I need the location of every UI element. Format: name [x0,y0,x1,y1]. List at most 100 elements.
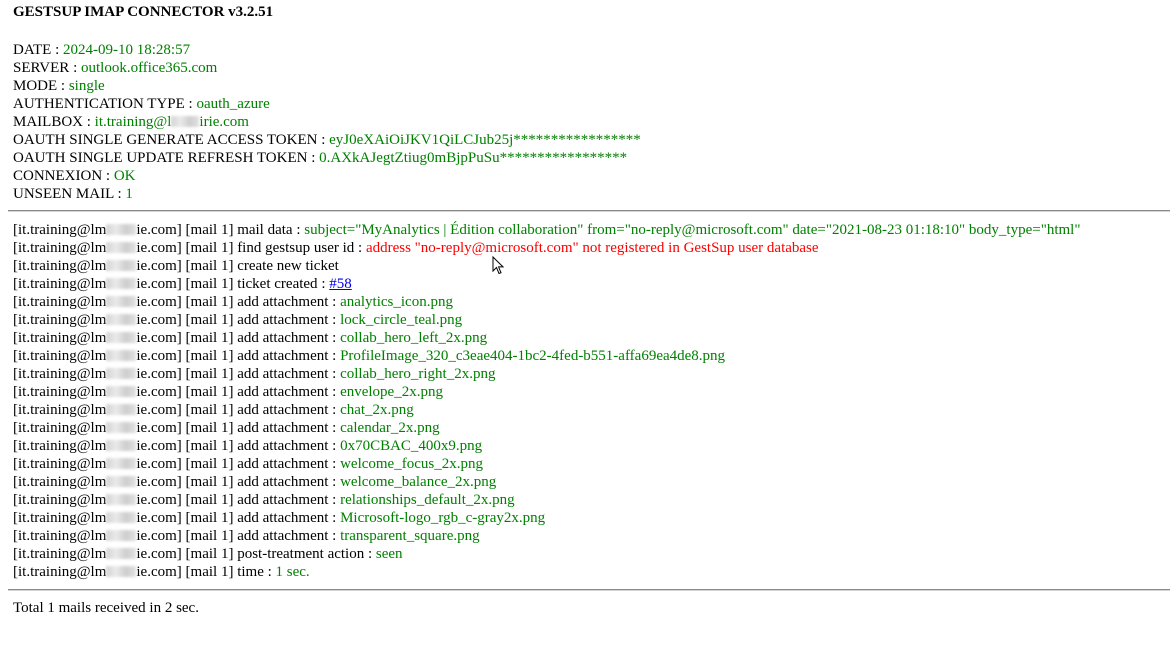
log-value: analytics_icon.png [340,294,453,310]
log-action: ticket created [237,276,318,292]
log-action: add attachment [237,456,329,472]
log-prefix-start: [it.training@lm [13,420,107,436]
redacted-text [106,494,137,505]
ticket-link[interactable]: #58 [329,276,352,292]
log-prefix-start: [it.training@lm [13,312,107,328]
log-separator: : [328,474,341,490]
info-label: OAUTH SINGLE GENERATE ACCESS TOKEN [13,132,318,148]
log-prefix-end: ie.com] [mail 1] [136,420,238,436]
info-value-start: it.training@l [94,114,172,130]
log-separator: : [328,402,341,418]
log-separator: : [364,546,376,562]
info-refresh-token: OAUTH SINGLE UPDATE REFRESH TOKEN : 0.AX… [13,150,628,166]
redacted-text [106,350,137,361]
log-prefix-end: ie.com] [mail 1] [136,276,238,292]
log-prefix-start: [it.training@lm [13,546,107,562]
log-action: add attachment [237,528,329,544]
log-action: time [237,564,264,580]
log-line: [it.training@lm ie.com] [mail 1] add atta… [13,491,1080,509]
mail-log: [it.training@lm ie.com] [mail 1] mail dat… [13,221,1080,581]
log-action: add attachment [237,510,329,526]
log-prefix-start: [it.training@lm [13,438,107,454]
info-value: single [68,78,105,94]
log-prefix-start: [it.training@lm [13,492,107,508]
log-prefix-start: [it.training@lm [13,564,107,580]
log-line: [it.training@lm ie.com] [mail 1] post-tre… [13,545,1080,563]
log-line: [it.training@lm ie.com] [mail 1] add atta… [13,473,1080,491]
redacted-text [106,512,137,523]
log-prefix-start: [it.training@lm [13,456,107,472]
log-line: [it.training@lm ie.com] [mail 1] add atta… [13,293,1080,311]
log-value: seen [375,546,403,562]
log-prefix-start: [it.training@lm [13,258,107,274]
info-label: CONNEXION [13,168,103,184]
log-action: add attachment [237,420,329,436]
log-separator: : [328,330,341,346]
summary-text: Total 1 mails received in 2 sec. [13,600,199,616]
info-unseen-mail: UNSEEN MAIL : 1 [13,186,133,202]
log-action: add attachment [237,294,329,310]
log-action: post-treatment action [237,546,365,562]
log-line: [it.training@lm ie.com] [mail 1] time : 1… [13,563,1080,581]
log-separator: : [317,276,330,292]
log-prefix-end: ie.com] [mail 1] [136,564,238,580]
log-prefix-end: ie.com] [mail 1] [136,366,238,382]
log-action: add attachment [237,402,329,418]
info-value: 1 [125,186,133,202]
log-value: collab_hero_left_2x.png [340,330,488,346]
log-value: ProfileImage_320_c3eae404-1bc2-4fed-b551… [340,348,726,364]
log-prefix-start: [it.training@lm [13,348,107,364]
log-prefix-end: ie.com] [mail 1] [136,474,238,490]
log-action: mail data [237,222,293,238]
log-prefix-end: ie.com] [mail 1] [136,258,238,274]
info-access-token: OAUTH SINGLE GENERATE ACCESS TOKEN : eyJ… [13,132,641,148]
redacted-text [106,224,137,235]
log-action: add attachment [237,312,329,328]
log-line: [it.training@lm ie.com] [mail 1] add atta… [13,437,1080,455]
log-action: add attachment [237,366,329,382]
log-prefix-start: [it.training@lm [13,330,107,346]
log-prefix-start: [it.training@lm [13,366,107,382]
log-line: [it.training@lm ie.com] [mail 1] mail dat… [13,221,1080,239]
log-line: [it.training@lm ie.com] [mail 1] find ges… [13,239,1080,257]
log-value: chat_2x.png [340,402,414,418]
redacted-text [106,386,137,397]
log-line: [it.training@lm ie.com] [mail 1] add atta… [13,329,1080,347]
log-separator: : [328,384,341,400]
log-value: relationships_default_2x.png [340,492,515,508]
log-prefix-end: ie.com] [mail 1] [136,546,238,562]
log-prefix-start: [it.training@lm [13,276,107,292]
log-line: [it.training@lm ie.com] [mail 1] add atta… [13,365,1080,383]
log-separator: : [328,420,341,436]
info-connexion: CONNEXION : OK [13,168,136,184]
log-prefix-end: ie.com] [mail 1] [136,510,238,526]
log-prefix-end: ie.com] [mail 1] [136,456,238,472]
info-label: AUTHENTICATION TYPE [13,96,185,112]
log-separator: : [328,294,341,310]
summary: Total 1 mails received in 2 sec. [13,599,199,617]
log-action: add attachment [237,492,329,508]
log-line: [it.training@lm ie.com] [mail 1] add atta… [13,347,1080,365]
info-auth-type: AUTHENTICATION TYPE : oauth_azure [13,96,270,112]
info-date: DATE : 2024-09-10 18:28:57 [13,42,191,58]
log-action: add attachment [237,330,329,346]
info-value: 2024-09-10 18:28:57 [63,42,191,58]
log-separator: : [263,564,276,580]
log-prefix-start: [it.training@lm [13,240,107,256]
log-value: calendar_2x.png [340,420,440,436]
log-value: 1 sec. [275,564,310,580]
log-action: add attachment [237,384,329,400]
log-prefix-end: ie.com] [mail 1] [136,384,238,400]
log-line: [it.training@lm ie.com] [mail 1] add atta… [13,401,1080,419]
log-separator: : [328,312,341,328]
log-action: add attachment [237,348,329,364]
log-line: [it.training@lm ie.com] [mail 1] create n… [13,257,1080,275]
log-separator: : [328,456,341,472]
redacted-text [106,404,137,415]
info-label: SERVER [13,60,70,76]
log-error-value: address "no-reply@microsoft.com" not reg… [365,240,819,256]
log-line: [it.training@lm ie.com] [mail 1] add atta… [13,383,1080,401]
log-separator: : [354,240,366,256]
log-separator: : [328,510,341,526]
log-prefix-end: ie.com] [mail 1] [136,348,238,364]
